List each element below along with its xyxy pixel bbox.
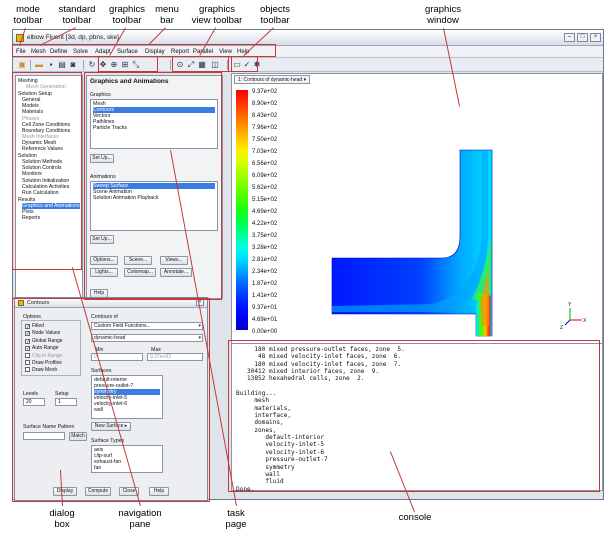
colorbar-tick-label: 1.41e+02 xyxy=(252,293,278,299)
fluent-logo-icon[interactable]: ▣ xyxy=(17,60,27,70)
toolbar-separator xyxy=(83,60,84,70)
colorbar-tick-label: 7.50e+02 xyxy=(252,137,278,143)
colorbar-tick-label: 6.56e+02 xyxy=(252,161,278,167)
colorbar-tick-label: 5.62e+02 xyxy=(252,185,278,191)
callout-graphics-window: graphics window xyxy=(425,4,461,26)
colorbar-tick-label: 9.37e+01 xyxy=(252,305,278,311)
callout-menu-bar: menu bar xyxy=(155,4,179,26)
save-icon[interactable]: ▪ xyxy=(46,60,56,70)
window-title: elbow Fluent [3d, dp, pbns, ske] xyxy=(27,34,119,41)
colorbar-tick-label: 4.22e+02 xyxy=(252,221,278,227)
colorbar-tick-label: 7.03e+02 xyxy=(252,149,278,155)
colorbar-tick-label: 2.34e+02 xyxy=(252,269,278,275)
colorbar-tick-label: 8.90e+02 xyxy=(252,101,278,107)
colorbar-tick-label: 4.69e+02 xyxy=(252,209,278,215)
callout-console: console xyxy=(398,512,432,523)
axis-x-label: X xyxy=(583,318,587,324)
axis-z-label: Z xyxy=(560,325,563,331)
callout-standard-toolbar: standard toolbar xyxy=(58,4,96,26)
callout-mode-toolbar: mode toolbar xyxy=(13,4,43,26)
axis-y-label: Y xyxy=(568,302,572,308)
callout-graphics-toolbar: graphics toolbar xyxy=(109,4,145,26)
colorbar-tick-label: 8.43e+02 xyxy=(252,113,278,119)
axis-triad: X Y Z xyxy=(560,302,587,331)
graphics-tab[interactable]: 1: Contours of dynamic-head ▾ xyxy=(234,75,311,84)
colorbar-tick-label: 5.15e+02 xyxy=(252,197,278,203)
close-icon[interactable]: × xyxy=(590,33,601,42)
callout-objects-toolbar: objects toolbar xyxy=(259,4,291,26)
highlight-nav-pane xyxy=(12,72,82,270)
colorbar-tick-label: 9.37e+02 xyxy=(252,89,278,95)
contour-plot[interactable]: 9.37e+02 8.90e+02 8.43e+02 7.96e+02 7.50e+02… xyxy=(232,86,602,354)
callout-graphics-view-toolbar: graphics view toolbar xyxy=(191,4,243,26)
colorbar-tick-label: 3.75e+02 xyxy=(252,233,278,239)
colorbar-tick-label: 3.28e+02 xyxy=(252,245,278,251)
highlight-task-page xyxy=(84,72,222,300)
colorbar-tick-label: 0.00e+00 xyxy=(252,329,278,335)
colorbar-tick-label: 4.69e+01 xyxy=(252,317,278,323)
highlight-view-toolbar xyxy=(172,56,232,72)
callout-task-page: task page xyxy=(225,508,247,530)
minimize-icon[interactable]: – xyxy=(564,33,575,42)
colorbar-tick-label: 6.09e+02 xyxy=(252,173,278,179)
highlight-console xyxy=(228,340,600,492)
rotate-icon[interactable]: ↻ xyxy=(87,60,97,70)
print-icon[interactable]: ▤ xyxy=(57,60,67,70)
toolbar-separator xyxy=(30,60,31,70)
open-folder-icon[interactable]: ▬ xyxy=(34,60,44,70)
colorbar-tick-label: 1.87e+02 xyxy=(252,281,278,287)
toolbar-separator xyxy=(170,60,171,70)
colorbar xyxy=(236,90,248,330)
maximize-icon[interactable]: □ xyxy=(577,33,588,42)
graphics-tab-label: 1: Contours of dynamic-head xyxy=(238,77,303,83)
highlight-objects-toolbar xyxy=(228,56,258,72)
highlight-graphics-toolbar xyxy=(98,56,158,72)
snapshot-icon[interactable]: ◙ xyxy=(68,60,78,70)
callout-dialog-box: dialog box xyxy=(49,508,75,530)
colorbar-tick-label: 2.81e+02 xyxy=(252,257,278,263)
callout-navigation-pane: navigation pane xyxy=(118,508,162,530)
graphics-window[interactable]: 1: Contours of dynamic-head ▾ 9.37e+02 8… xyxy=(231,73,603,356)
colorbar-tick-label: 7.96e+02 xyxy=(252,125,278,131)
